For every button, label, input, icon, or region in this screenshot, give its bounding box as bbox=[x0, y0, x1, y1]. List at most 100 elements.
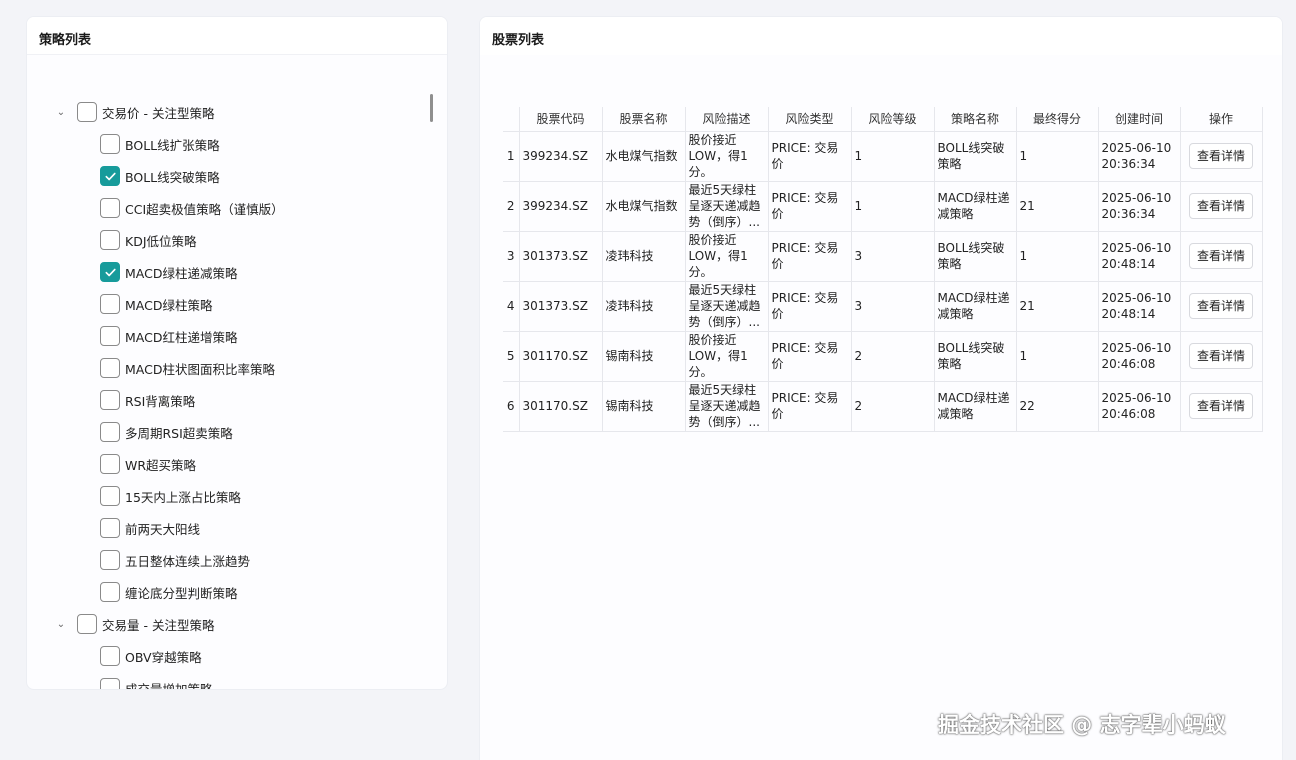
checkbox-checked[interactable] bbox=[100, 262, 120, 282]
checkbox[interactable] bbox=[77, 102, 97, 122]
action-cell: 查看详情 bbox=[1180, 381, 1263, 432]
stock-list-panel: 股票列表 股票代码 股票名称 风险描述 风险类型 风险等级 策略名称 最终得分 创建时间 操作 … bbox=[479, 16, 1283, 760]
view-detail-button[interactable]: 查看详情 bbox=[1189, 193, 1253, 219]
checkbox[interactable] bbox=[100, 582, 120, 602]
tree-item[interactable]: 15天内上涨占比策略 bbox=[100, 484, 241, 508]
column-header[interactable]: 创建时间 bbox=[1098, 107, 1181, 132]
column-header[interactable]: 操作 bbox=[1180, 107, 1263, 132]
column-header[interactable]: 风险类型 bbox=[768, 107, 852, 132]
tree-item[interactable]: KDJ低位策略 bbox=[100, 228, 197, 252]
checkbox-checked[interactable] bbox=[100, 166, 120, 186]
tree-item[interactable]: OBV穿越策略 bbox=[100, 644, 202, 668]
risk-level: 2 bbox=[854, 349, 863, 363]
final-score: 1 bbox=[1019, 149, 1028, 163]
column-header[interactable]: 风险等级 bbox=[851, 107, 935, 132]
table-row[interactable]: 5 301170.SZ 锡南科技 股价接近 LOW，得1 分。 PRICE: 交易价 2 BOL… bbox=[503, 331, 1263, 382]
checkbox[interactable] bbox=[100, 198, 120, 218]
tree-item[interactable]: CCI超卖极值策略（谨慎版） bbox=[100, 196, 284, 220]
column-header[interactable]: 风险描述 bbox=[685, 107, 769, 132]
tree-item-label: OBV穿越策略 bbox=[125, 649, 202, 665]
risk-desc-line: 股价接近 bbox=[688, 333, 737, 347]
risk-level-cell: 1 bbox=[851, 181, 935, 232]
checkbox[interactable] bbox=[100, 454, 120, 474]
table-row[interactable]: 1 399234.SZ 水电煤气指数 股价接近 LOW，得1 分。 PRICE: 交易价 1 B… bbox=[503, 131, 1263, 182]
risk-desc-line: 呈逐天递减趋 bbox=[688, 399, 761, 413]
tree-item[interactable]: MACD红柱递增策略 bbox=[100, 324, 237, 348]
risk-desc-line: 势（倒序）... bbox=[688, 315, 760, 329]
tree-item[interactable]: RSI背离策略 bbox=[100, 388, 195, 412]
column-header[interactable]: 股票名称 bbox=[602, 107, 686, 132]
tree-item[interactable]: WR超买策略 bbox=[100, 452, 196, 476]
table-row[interactable]: 3 301373.SZ 凌玮科技 股价接近 LOW，得1 分。 PRICE: 交易价 3 BOL… bbox=[503, 231, 1263, 282]
checkbox[interactable] bbox=[100, 390, 120, 410]
checkbox[interactable] bbox=[100, 294, 120, 314]
created-time-cell: 2025-06-10 20:48:14 bbox=[1098, 231, 1181, 282]
checkbox[interactable] bbox=[100, 678, 120, 689]
tree-item[interactable]: 成交量增加策略 bbox=[100, 676, 213, 689]
strategy-name: BOLL线突破 策略 bbox=[938, 341, 1005, 371]
strategy-name: MACD绿柱递 减策略 bbox=[938, 391, 1010, 421]
view-detail-button[interactable]: 查看详情 bbox=[1189, 143, 1253, 169]
tree-scrollbar[interactable] bbox=[430, 94, 433, 122]
checkbox[interactable] bbox=[77, 614, 97, 634]
risk-desc-cell: 最近5天绿柱 呈逐天递减趋 势（倒序）... bbox=[685, 281, 769, 332]
table-row[interactable]: 4 301373.SZ 凌玮科技 最近5天绿柱 呈逐天递减趋 势（倒序）... PRICE:… bbox=[503, 281, 1263, 332]
created-date: 2025-06-10 bbox=[1101, 291, 1172, 305]
checkbox[interactable] bbox=[100, 486, 120, 506]
strategy-tree[interactable]: ⌄ 交易价 - 关注型策略 BOLL线扩张策略 BOLL线突破策略 CCI超卖极值策略（… bbox=[27, 55, 431, 689]
row-index: 3 bbox=[503, 231, 520, 282]
checkbox[interactable] bbox=[100, 358, 120, 378]
tree-item[interactable]: MACD绿柱递减策略 bbox=[100, 260, 237, 284]
checkbox[interactable] bbox=[100, 518, 120, 538]
strategy-name-cell: BOLL线突破 策略 bbox=[934, 231, 1017, 282]
tree-item[interactable]: 五日整体连续上涨趋势 bbox=[100, 548, 250, 572]
tree-item[interactable]: 多周期RSI超卖策略 bbox=[100, 420, 233, 444]
column-header[interactable]: 最终得分 bbox=[1016, 107, 1099, 132]
tree-item[interactable]: 前两天大阳线 bbox=[100, 516, 200, 540]
risk-type-cell: PRICE: 交易价 bbox=[768, 381, 852, 432]
risk-desc-line: LOW，得1 bbox=[688, 149, 748, 163]
tree-group[interactable]: ⌄ 交易价 - 关注型策略 bbox=[53, 100, 214, 124]
score-cell: 1 bbox=[1016, 231, 1099, 282]
risk-type-cell: PRICE: 交易价 bbox=[768, 181, 852, 232]
tree-item[interactable]: BOLL线突破策略 bbox=[100, 164, 220, 188]
chevron-down-icon[interactable]: ⌄ bbox=[53, 107, 69, 118]
risk-level: 2 bbox=[854, 399, 863, 413]
risk-type: PRICE: 交易价 bbox=[771, 341, 839, 371]
tree-item-label: 多周期RSI超卖策略 bbox=[125, 425, 233, 441]
checkbox[interactable] bbox=[100, 646, 120, 666]
column-header[interactable]: 股票代码 bbox=[519, 107, 603, 132]
risk-desc: 最近5天绿柱 呈逐天递减趋 势（倒序）... bbox=[689, 283, 761, 329]
risk-desc-line: 最近5天绿柱 bbox=[688, 183, 757, 197]
checkbox[interactable] bbox=[100, 230, 120, 250]
created-time-cell: 2025-06-10 20:36:34 bbox=[1098, 131, 1181, 182]
table-row[interactable]: 2 399234.SZ 水电煤气指数 最近5天绿柱 呈逐天递减趋 势（倒序）... PRIC… bbox=[503, 181, 1263, 232]
tree-item-label: CCI超卖极值策略（谨慎版） bbox=[125, 201, 284, 217]
tree-group[interactable]: ⌄ 交易量 - 关注型策略 bbox=[53, 612, 214, 636]
created-clock: 20:48:14 bbox=[1101, 307, 1156, 321]
stock-name-cell: 凌玮科技 bbox=[602, 231, 686, 282]
view-detail-button[interactable]: 查看详情 bbox=[1189, 293, 1253, 319]
strategy-name-cell: BOLL线突破 策略 bbox=[934, 131, 1017, 182]
stock-name: 锡南科技 bbox=[605, 399, 654, 413]
risk-level: 1 bbox=[854, 149, 863, 163]
tree-item[interactable]: 缠论底分型判断策略 bbox=[100, 580, 238, 604]
checkbox[interactable] bbox=[100, 134, 120, 154]
checkbox[interactable] bbox=[100, 550, 120, 570]
table-row[interactable]: 6 301170.SZ 锡南科技 最近5天绿柱 呈逐天递减趋 势（倒序）... PRICE:… bbox=[503, 381, 1263, 432]
index-header bbox=[503, 107, 520, 132]
view-detail-button[interactable]: 查看详情 bbox=[1189, 343, 1253, 369]
checkbox[interactable] bbox=[100, 422, 120, 442]
stock-name-cell: 水电煤气指数 bbox=[602, 181, 686, 232]
view-detail-button[interactable]: 查看详情 bbox=[1189, 393, 1253, 419]
view-detail-button[interactable]: 查看详情 bbox=[1189, 243, 1253, 269]
chevron-down-icon[interactable]: ⌄ bbox=[53, 619, 69, 630]
risk-desc-line: 股价接近 bbox=[688, 233, 737, 247]
checkbox[interactable] bbox=[100, 326, 120, 346]
column-header[interactable]: 策略名称 bbox=[934, 107, 1017, 132]
stock-name-cell: 凌玮科技 bbox=[602, 281, 686, 332]
risk-desc-line: 势（倒序）... bbox=[688, 415, 760, 429]
tree-item[interactable]: BOLL线扩张策略 bbox=[100, 132, 220, 156]
tree-item[interactable]: MACD柱状图面积比率策略 bbox=[100, 356, 275, 380]
tree-item[interactable]: MACD绿柱策略 bbox=[100, 292, 212, 316]
